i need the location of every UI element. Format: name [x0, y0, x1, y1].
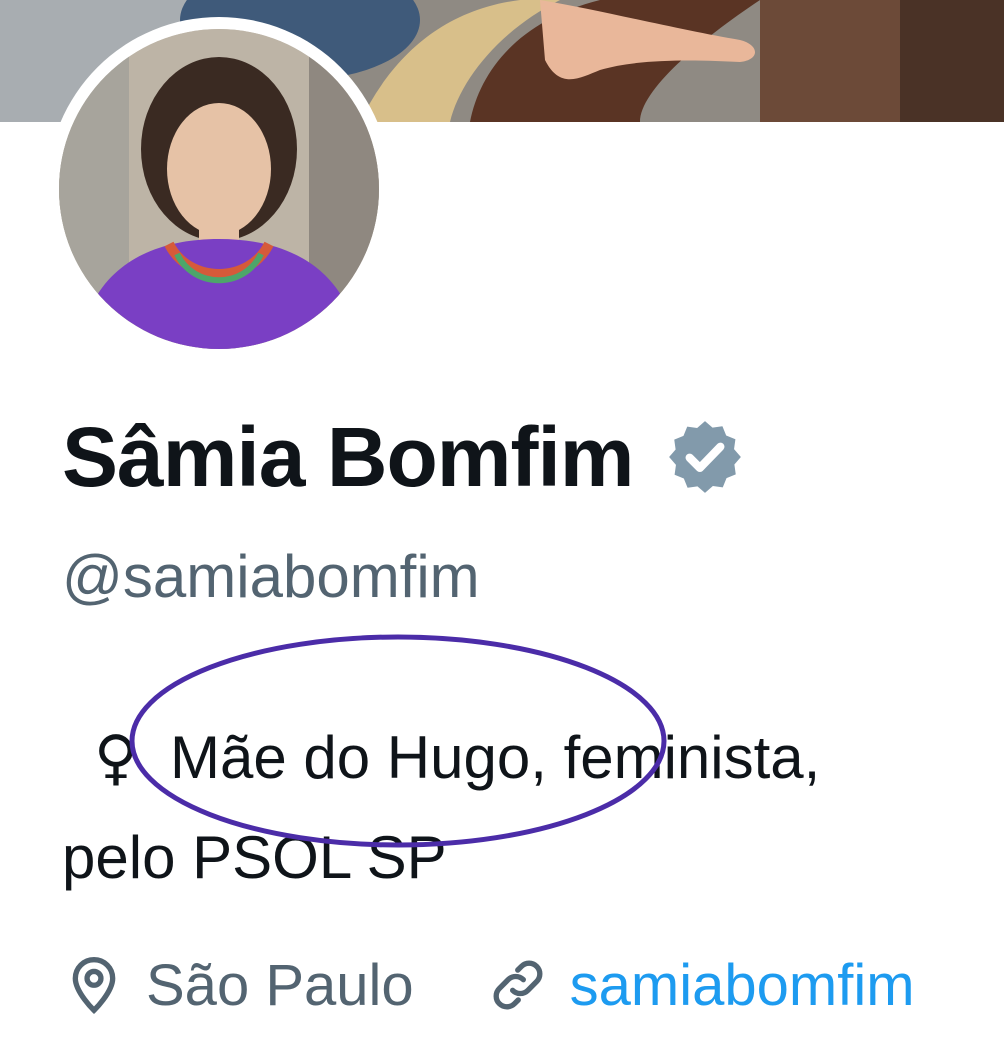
profile-avatar[interactable]: [47, 17, 391, 361]
profile-handle: @samiabomfim: [62, 543, 480, 610]
avatar-photo: [59, 29, 379, 349]
location-pin-icon: [62, 953, 126, 1017]
bio-line-2: pelo PSOL SP: [62, 824, 447, 891]
display-name: Sâmia Bomfim: [62, 409, 634, 504]
verified-badge-icon[interactable]: [664, 416, 746, 498]
website-link[interactable]: samiabomfim: [570, 952, 915, 1019]
location-text: São Paulo: [146, 952, 414, 1018]
location-item: São Paulo: [62, 952, 414, 1019]
profile-bio: ♀ Mãe do Hugo, feminista, pelo PSOL SP: [62, 708, 1004, 908]
bio-line-1-text: Mãe do Hugo, feminista,: [170, 724, 821, 791]
display-name-row: Sâmia Bomfim: [62, 402, 746, 512]
female-sign-icon: ♀: [94, 723, 138, 793]
profile-meta-row: São Paulo samiabomfim: [62, 940, 915, 1030]
bio-line-1: ♀ Mãe do Hugo, feminista,: [62, 708, 1004, 808]
link-icon: [486, 953, 550, 1017]
website-item[interactable]: samiabomfim: [486, 952, 915, 1019]
